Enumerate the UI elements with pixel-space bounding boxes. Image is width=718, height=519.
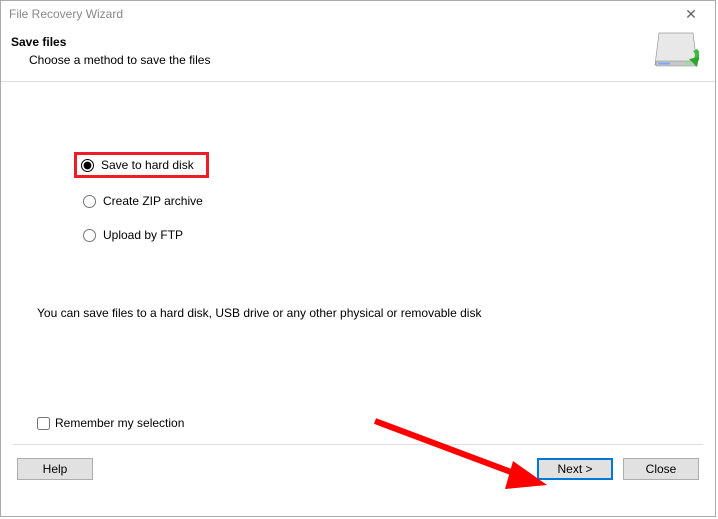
radio-upload-ftp[interactable] (83, 229, 96, 242)
remember-selection[interactable]: Remember my selection (37, 416, 184, 430)
option-upload-ftp[interactable]: Upload by FTP (77, 224, 209, 246)
wizard-window: File Recovery Wizard ✕ Save files Choose… (0, 0, 716, 517)
header-text: Save files Choose a method to save the f… (11, 31, 653, 67)
option-create-zip-label: Create ZIP archive (103, 194, 203, 208)
option-create-zip[interactable]: Create ZIP archive (77, 190, 209, 212)
disk-save-icon (653, 29, 699, 71)
titlebar: File Recovery Wizard ✕ (1, 1, 715, 27)
method-description: You can save files to a hard disk, USB d… (37, 306, 481, 320)
page-title: Save files (11, 35, 653, 49)
wizard-header: Save files Choose a method to save the f… (1, 27, 715, 81)
close-icon[interactable]: ✕ (673, 3, 709, 25)
radio-create-zip[interactable] (83, 195, 96, 208)
save-method-group: Save to hard disk Create ZIP archive Upl… (77, 152, 209, 258)
close-x-glyph: ✕ (685, 6, 697, 23)
help-button[interactable]: Help (17, 458, 93, 480)
wizard-footer: Help Next > Close (1, 445, 715, 493)
page-subtitle: Choose a method to save the files (11, 53, 653, 67)
next-button[interactable]: Next > (537, 458, 613, 480)
remember-label: Remember my selection (55, 416, 184, 430)
option-save-hard-disk[interactable]: Save to hard disk (74, 152, 209, 178)
remember-checkbox[interactable] (37, 417, 50, 430)
option-upload-ftp-label: Upload by FTP (103, 228, 183, 242)
close-button[interactable]: Close (623, 458, 699, 480)
window-title: File Recovery Wizard (9, 7, 673, 21)
wizard-content: Save to hard disk Create ZIP archive Upl… (1, 82, 715, 444)
radio-save-hard-disk[interactable] (81, 159, 94, 172)
option-save-hard-disk-label: Save to hard disk (101, 158, 194, 172)
